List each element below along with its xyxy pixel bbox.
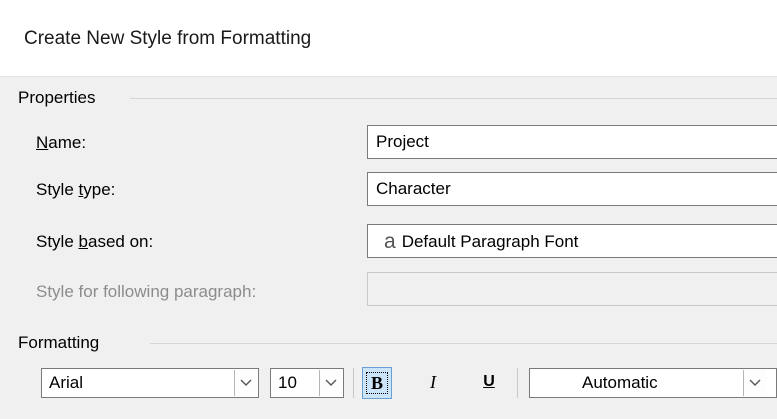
dialog-title: Create New Style from Formatting: [24, 28, 312, 49]
name-field[interactable]: Project: [367, 125, 777, 159]
toolbar-separator: [353, 368, 354, 398]
following-paragraph-select: [367, 272, 777, 306]
toolbar-separator: [517, 368, 518, 398]
chevron-down-icon[interactable]: [743, 370, 766, 396]
name-value: Project: [376, 132, 429, 151]
chevron-down-icon[interactable]: [234, 370, 257, 396]
style-based-on-value: Default Paragraph Font: [401, 232, 579, 251]
font-size-value: 10: [278, 373, 297, 392]
italic-button[interactable]: I: [418, 367, 448, 399]
font-color-combo[interactable]: Automatic: [529, 368, 777, 398]
formatting-divider: [150, 343, 777, 344]
font-name-combo[interactable]: Arial: [41, 368, 259, 398]
properties-divider: [130, 98, 777, 99]
following-paragraph-label: Style for following paragraph:: [36, 282, 257, 301]
font-name-value: Arial: [49, 373, 84, 392]
name-label: Name:: [36, 133, 87, 152]
underline-button[interactable]: U: [474, 367, 504, 399]
style-type-select[interactable]: Character: [367, 172, 777, 206]
chevron-down-icon[interactable]: [319, 370, 342, 396]
character-style-icon: a: [384, 230, 396, 253]
style-based-on-label: Style based on:: [36, 232, 154, 251]
font-size-combo[interactable]: 10: [270, 368, 344, 398]
dialog-titlebar: Create New Style from Formatting: [0, 0, 777, 77]
style-based-on-select[interactable]: a Default Paragraph Font: [367, 224, 777, 258]
properties-heading: Properties: [18, 88, 96, 107]
style-type-label: Style type:: [36, 180, 116, 199]
formatting-heading: Formatting: [18, 333, 100, 352]
bold-button[interactable]: B: [362, 367, 392, 399]
font-color-value: Automatic: [582, 373, 658, 392]
style-type-value: Character: [376, 179, 451, 198]
